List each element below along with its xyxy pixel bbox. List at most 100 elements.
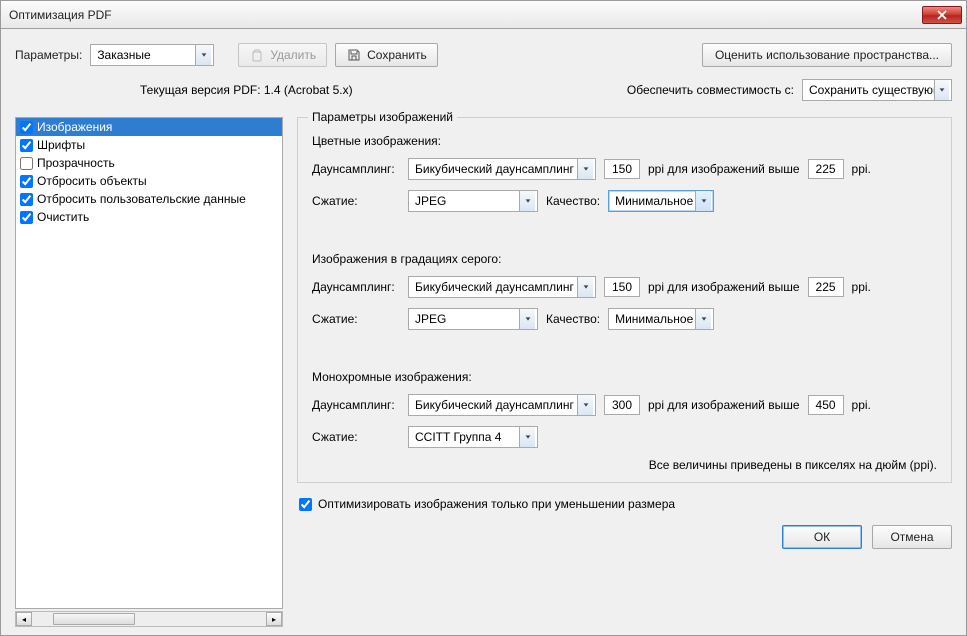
chevron-down-icon <box>577 395 593 415</box>
image-params-group: Параметры изображений Цветные изображени… <box>297 117 952 483</box>
chevron-down-icon <box>519 191 535 211</box>
mono-compression-value: CCITT Группа 4 <box>415 430 501 444</box>
ppi-note: Все величины приведены в пикселях на дюй… <box>312 458 937 472</box>
gray-compression-row: Сжатие: JPEG Качество: Минимальное <box>312 308 937 330</box>
list-item[interactable]: Очистить <box>16 208 282 226</box>
scroll-track[interactable] <box>32 612 266 626</box>
color-ppi-input[interactable] <box>604 159 640 179</box>
compat-label: Обеспечить совместимость с: <box>627 83 794 97</box>
chevron-down-icon <box>577 277 593 297</box>
for-above-label: ppi для изображений выше <box>648 162 800 176</box>
for-above-label: ppi для изображений выше <box>648 280 800 294</box>
list-item-label: Отбросить пользовательские данные <box>37 192 246 206</box>
list-item[interactable]: Отбросить пользовательские данные <box>16 190 282 208</box>
mono-above-ppi-input[interactable] <box>808 395 844 415</box>
list-item-checkbox[interactable] <box>20 121 33 134</box>
close-icon <box>937 10 947 20</box>
list-item-checkbox[interactable] <box>20 157 33 170</box>
settings-combo[interactable]: Заказные <box>90 44 214 66</box>
cancel-button[interactable]: Отмена <box>872 525 952 549</box>
delete-button-label: Удалить <box>270 48 316 62</box>
close-button[interactable] <box>922 6 962 24</box>
chevron-down-icon <box>519 427 535 447</box>
list-item[interactable]: Прозрачность <box>16 154 282 172</box>
ok-button[interactable]: ОК <box>782 525 862 549</box>
ppi-suffix: ppi. <box>852 280 871 294</box>
list-item[interactable]: Отбросить объекты <box>16 172 282 190</box>
scroll-left-button[interactable]: ◂ <box>16 612 32 626</box>
trash-icon <box>249 47 265 63</box>
list-item-label: Прозрачность <box>37 156 115 170</box>
list-item-checkbox[interactable] <box>20 139 33 152</box>
gray-compression-combo[interactable]: JPEG <box>408 308 538 330</box>
gray-quality-combo[interactable]: Минимальное <box>608 308 714 330</box>
toolbar-row: Параметры: Заказные Удалить Сохранить Оц… <box>15 43 952 67</box>
optimize-only-label: Оптимизировать изображения только при ум… <box>318 497 675 511</box>
list-item-label: Очистить <box>37 210 89 224</box>
ppi-suffix: ppi. <box>852 162 871 176</box>
chevron-down-icon <box>577 159 593 179</box>
category-list[interactable]: Изображения Шрифты Прозрачность Отбросить о… <box>15 117 283 609</box>
delete-button: Удалить <box>238 43 327 67</box>
quality-label: Качество: <box>546 194 600 208</box>
color-above-ppi-input[interactable] <box>808 159 844 179</box>
footer: ОК Отмена <box>297 511 952 553</box>
gray-above-ppi-input[interactable] <box>808 277 844 297</box>
gray-section-head: Изображения в градациях серого: <box>312 252 937 266</box>
chevron-down-icon <box>695 191 711 211</box>
list-item-label: Шрифты <box>37 138 85 152</box>
gray-downsample-combo[interactable]: Бикубический даунсамплинг <box>408 276 596 298</box>
save-button-label: Сохранить <box>367 48 427 62</box>
gray-ppi-input[interactable] <box>604 277 640 297</box>
list-item-checkbox[interactable] <box>20 175 33 188</box>
mono-compression-row: Сжатие: CCITT Группа 4 <box>312 426 937 448</box>
window-title: Оптимизация PDF <box>9 8 922 22</box>
mono-ppi-input[interactable] <box>604 395 640 415</box>
chevron-down-icon <box>695 309 711 329</box>
save-button[interactable]: Сохранить <box>335 43 438 67</box>
list-item-label: Изображения <box>37 120 112 134</box>
downsampling-label: Даунсамплинг: <box>312 280 400 294</box>
color-compression-row: Сжатие: JPEG Качество: Минимальное <box>312 190 937 212</box>
color-compression-combo[interactable]: JPEG <box>408 190 538 212</box>
gray-downsample-value: Бикубический даунсамплинг <box>415 280 574 294</box>
color-downsample-value: Бикубический даунсамплинг <box>415 162 574 176</box>
chevron-down-icon <box>519 309 535 329</box>
mono-downsample-row: Даунсамплинг: Бикубический даунсамплинг … <box>312 394 937 416</box>
gray-quality-value: Минимальное <box>615 312 693 326</box>
optimize-only-checkbox[interactable] <box>299 498 312 511</box>
chevron-down-icon <box>934 80 949 100</box>
settings-label: Параметры: <box>15 48 82 62</box>
sidebar: Изображения Шрифты Прозрачность Отбросить о… <box>15 117 283 627</box>
list-item-checkbox[interactable] <box>20 193 33 206</box>
content-area: Параметры: Заказные Удалить Сохранить Оц… <box>1 29 966 635</box>
optimize-only-row: Оптимизировать изображения только при ум… <box>299 497 952 511</box>
floppy-icon <box>346 47 362 63</box>
list-item-label: Отбросить объекты <box>37 174 147 188</box>
gray-compression-value: JPEG <box>415 312 446 326</box>
color-downsample-combo[interactable]: Бикубический даунсамплинг <box>408 158 596 180</box>
horizontal-scrollbar[interactable]: ◂ ▸ <box>15 611 283 627</box>
compression-label: Сжатие: <box>312 312 400 326</box>
scroll-thumb[interactable] <box>53 613 135 625</box>
list-item-checkbox[interactable] <box>20 211 33 224</box>
list-item[interactable]: Изображения <box>16 118 282 136</box>
settings-combo-value: Заказные <box>97 48 150 62</box>
scroll-right-button[interactable]: ▸ <box>266 612 282 626</box>
color-section-head: Цветные изображения: <box>312 134 937 148</box>
compat-combo[interactable]: Сохранить существующ <box>802 79 952 101</box>
mono-section-head: Монохромные изображения: <box>312 370 937 384</box>
ppi-suffix: ppi. <box>852 398 871 412</box>
mono-downsample-combo[interactable]: Бикубический даунсамплинг <box>408 394 596 416</box>
mono-compression-combo[interactable]: CCITT Группа 4 <box>408 426 538 448</box>
dialog-window: Оптимизация PDF Параметры: Заказные Удал… <box>0 0 967 636</box>
info-row: Текущая версия PDF: 1.4 (Acrobat 5.x) Об… <box>15 79 952 101</box>
list-item[interactable]: Шрифты <box>16 136 282 154</box>
color-quality-combo[interactable]: Минимальное <box>608 190 714 212</box>
audit-space-button[interactable]: Оценить использование пространства... <box>702 43 952 67</box>
audit-space-label: Оценить использование пространства... <box>715 48 939 62</box>
body-row: Изображения Шрифты Прозрачность Отбросить о… <box>15 117 952 627</box>
color-compression-value: JPEG <box>415 194 446 208</box>
compat-combo-value: Сохранить существующ <box>809 83 934 97</box>
cancel-label: Отмена <box>890 530 933 544</box>
